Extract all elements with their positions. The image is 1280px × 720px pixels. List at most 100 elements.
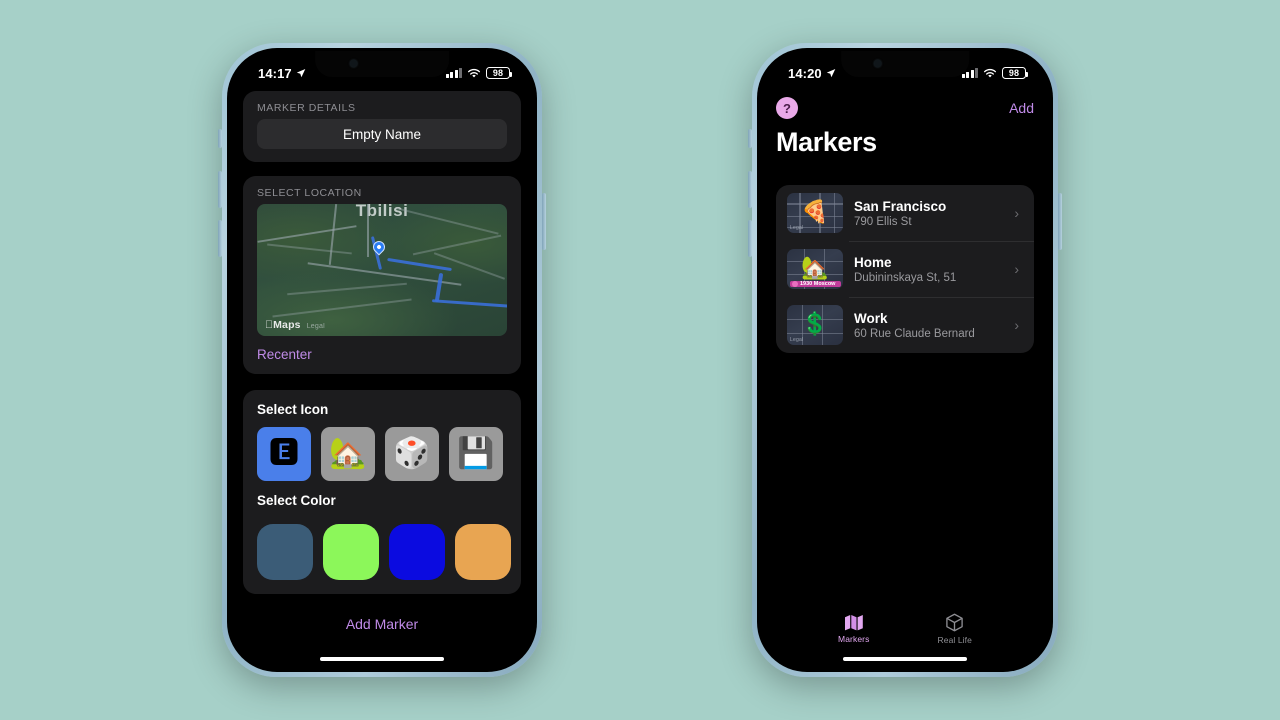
table-row[interactable]: 🍕 Legal San Francisco 790 Ellis St › xyxy=(776,185,1034,241)
chevron-right-icon: › xyxy=(1014,205,1019,221)
location-map-preview[interactable]: Tbilisi Maps Legal xyxy=(257,204,507,336)
house-icon: 🏡 xyxy=(801,255,829,281)
left-phone-device: 14:17 98 MARKER DETAILS Empty Name SELEC… xyxy=(218,43,546,677)
marker-address: 790 Ellis St xyxy=(854,215,912,228)
map-river xyxy=(434,272,444,302)
marker-details-card: MARKER DETAILS Empty Name xyxy=(243,91,521,162)
metro-icon xyxy=(792,281,798,287)
chevron-right-icon: › xyxy=(1014,317,1019,333)
left-phone-bezel: 14:17 98 MARKER DETAILS Empty Name SELEC… xyxy=(227,48,537,672)
icon-option-letter-e[interactable]: 🅴 xyxy=(257,427,311,481)
cellular-signal-icon xyxy=(445,68,462,78)
mute-switch[interactable] xyxy=(218,129,222,148)
dollar-icon: 💲 xyxy=(801,311,829,337)
map-river xyxy=(431,298,507,308)
marker-thumbnail: 🏡 1930 Moscow xyxy=(787,249,843,289)
tab-markers[interactable]: Markers xyxy=(838,614,869,644)
tab-label: Real Life xyxy=(937,635,972,645)
wifi-icon xyxy=(983,68,997,77)
color-swatch-steel-blue[interactable] xyxy=(257,524,313,580)
location-arrow-icon xyxy=(826,69,836,78)
left-status-bar: 14:17 98 xyxy=(230,51,534,85)
battery-indicator: 98 xyxy=(486,67,512,79)
marker-editor-screen: MARKER DETAILS Empty Name SELECT LOCATIO… xyxy=(230,51,534,669)
map-road xyxy=(272,298,412,317)
icon-option-house[interactable]: 🏡 xyxy=(321,427,375,481)
navigation-bar: ? Add xyxy=(760,91,1050,119)
status-right: 98 xyxy=(445,67,512,79)
map-road xyxy=(367,204,369,257)
map-road xyxy=(287,283,407,296)
map-road xyxy=(395,207,499,235)
select-icon-title: Select Icon xyxy=(257,402,329,417)
icon-color-card: Select Icon 🅴 🏡 🎲 💾 Select Color xyxy=(243,390,521,594)
marker-name-input[interactable]: Empty Name xyxy=(257,119,507,149)
volume-up-button[interactable] xyxy=(748,171,752,208)
color-swatch-orange[interactable] xyxy=(455,524,511,580)
right-phone-screen: 14:20 98 ? Add Markers 🍕 Legal San Franc… xyxy=(760,51,1050,669)
chevron-right-icon: › xyxy=(1014,261,1019,277)
mute-switch[interactable] xyxy=(748,129,752,148)
marker-address: Dubininskaya St, 51 xyxy=(854,271,957,284)
marker-thumbnail: 🍕 Legal xyxy=(787,193,843,233)
tab-real-life[interactable]: Real Life xyxy=(938,613,972,645)
recenter-button[interactable]: Recenter xyxy=(243,336,521,374)
map-river xyxy=(387,258,452,272)
left-phone-screen: 14:17 98 MARKER DETAILS Empty Name SELEC… xyxy=(230,51,534,669)
map-attribution: Maps Legal xyxy=(265,319,325,331)
tab-label: Markers xyxy=(838,634,870,644)
table-row[interactable]: 🏡 1930 Moscow Home Dubininskaya St, 51 › xyxy=(776,241,1034,297)
status-left: 14:17 xyxy=(258,66,306,81)
icon-option-floppy-disk[interactable]: 💾 xyxy=(449,427,503,481)
battery-indicator: 98 xyxy=(1002,67,1028,79)
map-road xyxy=(412,234,502,255)
volume-up-button[interactable] xyxy=(218,171,222,208)
color-swatch-green[interactable] xyxy=(323,524,379,580)
marker-name: Work xyxy=(854,310,888,326)
metro-station-label: 1930 Moscow xyxy=(790,281,841,287)
status-left: 14:20 xyxy=(788,66,836,81)
status-right: 98 xyxy=(961,67,1028,79)
status-time: 14:20 xyxy=(788,65,822,81)
thumb-legal-label: Legal xyxy=(790,225,804,231)
map-road xyxy=(267,243,352,254)
right-phone-bezel: 14:20 98 ? Add Markers 🍕 Legal San Franc… xyxy=(757,48,1053,672)
markers-list-screen: ? Add Markers 🍕 Legal San Francisco 790 … xyxy=(760,51,1050,669)
help-button[interactable]: ? xyxy=(776,97,798,119)
location-arrow-icon xyxy=(296,69,306,78)
marker-address: 60 Rue Claude Bernard xyxy=(854,327,975,340)
volume-down-button[interactable] xyxy=(218,220,222,257)
color-swatch-blue[interactable] xyxy=(389,524,445,580)
map-legal-link[interactable]: Legal xyxy=(307,323,325,330)
home-indicator xyxy=(843,656,967,661)
map-city-label: Tbilisi xyxy=(355,204,409,220)
select-location-card: SELECT LOCATION Tbilisi Maps Legal Recen… xyxy=(243,176,521,374)
marker-details-label: MARKER DETAILS xyxy=(257,102,356,114)
tab-bar: Markers Real Life xyxy=(760,613,1050,645)
status-time: 14:17 xyxy=(258,65,292,81)
pizza-icon: 🍕 xyxy=(801,199,829,225)
add-button[interactable]: Add xyxy=(1009,100,1034,116)
wifi-icon xyxy=(467,68,481,77)
apple-maps-logo: Maps xyxy=(265,319,301,331)
thumb-legal-label: Legal xyxy=(790,337,804,343)
power-button[interactable] xyxy=(1058,193,1062,250)
volume-down-button[interactable] xyxy=(748,220,752,257)
map-road xyxy=(434,251,505,279)
markers-list: 🍕 Legal San Francisco 790 Ellis St › 🏡 1… xyxy=(776,185,1034,353)
right-phone-device: 14:20 98 ? Add Markers 🍕 Legal San Franc… xyxy=(748,43,1062,677)
folded-map-icon xyxy=(844,615,863,631)
icon-option-dice[interactable]: 🎲 xyxy=(385,427,439,481)
power-button[interactable] xyxy=(542,193,546,250)
table-row[interactable]: 💲 Legal Work 60 Rue Claude Bernard › xyxy=(776,297,1034,353)
marker-name: San Francisco xyxy=(854,198,947,214)
home-indicator xyxy=(320,656,444,661)
select-location-label: SELECT LOCATION xyxy=(257,187,362,199)
marker-text: San Francisco 790 Ellis St xyxy=(854,199,1003,228)
add-marker-button[interactable]: Add Marker xyxy=(230,616,534,632)
marker-name: Home xyxy=(854,254,892,270)
color-option-row xyxy=(243,518,521,594)
cube-icon xyxy=(946,613,963,632)
select-color-title: Select Color xyxy=(257,493,336,508)
map-road xyxy=(328,204,338,265)
